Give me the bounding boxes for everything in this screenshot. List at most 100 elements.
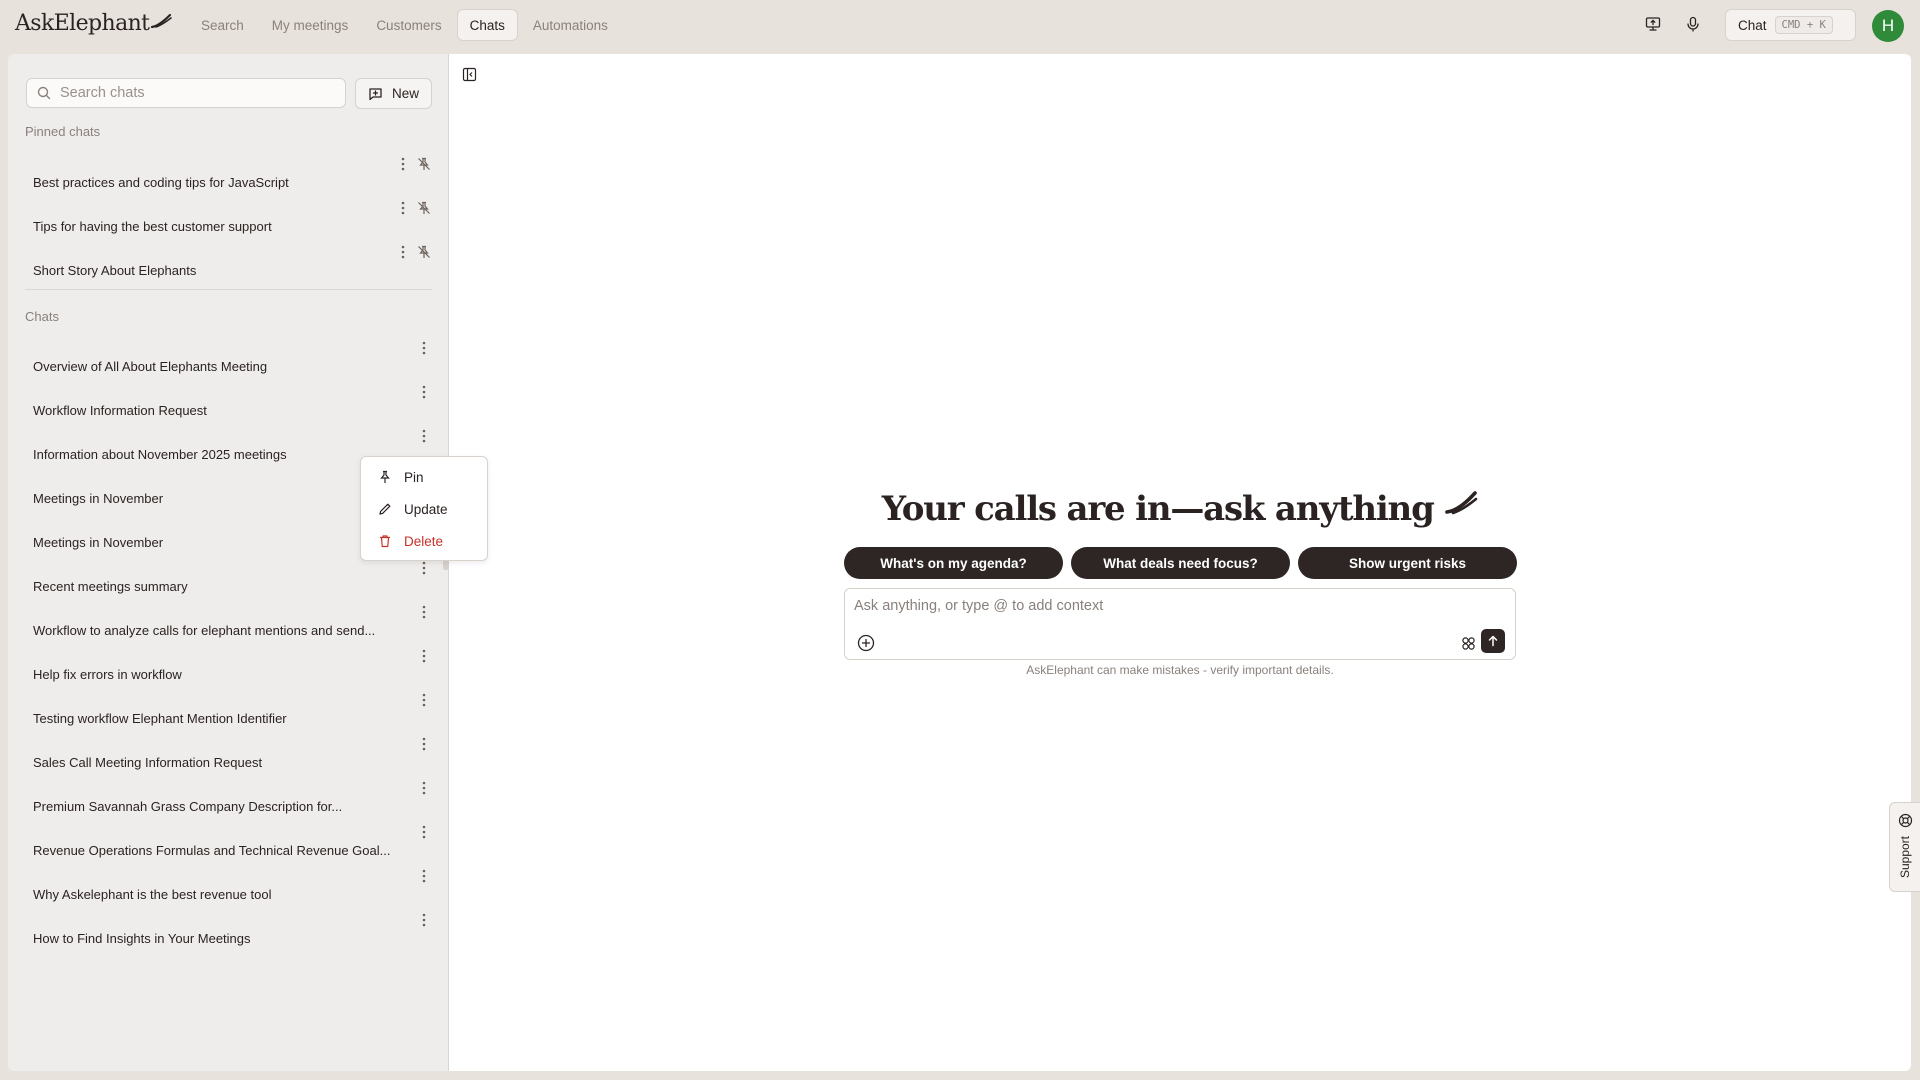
suggestion-agenda-button[interactable]: What's on my agenda? bbox=[844, 547, 1063, 579]
chat-list-item[interactable]: Recent meetings summary bbox=[33, 568, 438, 604]
brand-name: AskElephant bbox=[15, 11, 150, 36]
trash-icon bbox=[380, 535, 390, 548]
chat-title: How to Find Insights in Your Meetings bbox=[33, 930, 251, 946]
integrations-icon bbox=[1461, 636, 1475, 650]
more-options-button[interactable] bbox=[416, 558, 432, 578]
screen-share-button[interactable] bbox=[1641, 12, 1665, 36]
unpin-icon bbox=[418, 245, 430, 258]
chat-title: Short Story About Elephants bbox=[33, 262, 197, 278]
search-chats-input[interactable] bbox=[60, 85, 320, 101]
kebab-icon bbox=[422, 561, 426, 575]
section-divider bbox=[25, 289, 432, 290]
chat-list-item[interactable]: How to Find Insights in Your Meetings bbox=[33, 920, 438, 956]
unpin-button[interactable] bbox=[416, 242, 432, 262]
chat-input[interactable] bbox=[854, 598, 1494, 620]
chat-title: Workflow to analyze calls for elephant m… bbox=[33, 622, 376, 638]
chat-list-item[interactable]: Revenue Operations Formulas and Technica… bbox=[33, 832, 438, 868]
nav-customers[interactable]: Customers bbox=[363, 9, 454, 41]
menu-delete[interactable]: Delete bbox=[365, 525, 483, 557]
new-chat-icon bbox=[369, 87, 382, 100]
support-label: Support bbox=[1898, 836, 1912, 879]
chats-heading: Chats bbox=[25, 309, 59, 324]
nav-automations[interactable]: Automations bbox=[520, 9, 621, 41]
chat-list-item[interactable]: Premium Savannah Grass Company Descripti… bbox=[33, 788, 438, 824]
nav-search[interactable]: Search bbox=[188, 9, 257, 41]
kebab-icon bbox=[422, 605, 426, 619]
kebab-icon bbox=[422, 649, 426, 663]
chat-context-menu: Pin Update Delete bbox=[360, 456, 488, 561]
chat-list-item[interactable]: Why Askelephant is the best revenue tool bbox=[33, 876, 438, 912]
kebab-icon bbox=[422, 385, 426, 399]
chat-list-item[interactable]: Overview of All About Elephants Meeting bbox=[33, 348, 438, 384]
more-options-button[interactable] bbox=[416, 382, 432, 402]
more-options-button[interactable] bbox=[416, 910, 432, 930]
user-avatar[interactable]: H bbox=[1872, 10, 1904, 42]
nav-my-meetings[interactable]: My meetings bbox=[259, 9, 362, 41]
more-options-button[interactable] bbox=[416, 734, 432, 754]
chat-title: Overview of All About Elephants Meeting bbox=[33, 358, 268, 374]
pin-icon bbox=[380, 470, 390, 483]
chat-shortcut-hint: CMD + K bbox=[1774, 16, 1833, 34]
menu-pin-label: Pin bbox=[404, 469, 424, 485]
chat-title: Meetings in November bbox=[33, 534, 164, 550]
chat-title: Testing workflow Elephant Mention Identi… bbox=[33, 710, 287, 726]
more-options-button[interactable] bbox=[416, 822, 432, 842]
support-lifebuoy-icon bbox=[1898, 813, 1912, 828]
integrations-button[interactable] bbox=[1456, 631, 1480, 655]
kebab-icon bbox=[422, 429, 426, 443]
elephant-trunk-icon bbox=[1445, 491, 1478, 515]
menu-pin[interactable]: Pin bbox=[365, 461, 483, 493]
new-chat-button[interactable]: New bbox=[355, 78, 432, 109]
chat-title: Workflow Information Request bbox=[33, 402, 207, 418]
pinned-chat-item[interactable]: Short Story About Elephants bbox=[33, 252, 438, 288]
chat-list-item[interactable]: Sales Call Meeting Information Request bbox=[33, 744, 438, 780]
menu-update-label: Update bbox=[404, 501, 448, 517]
chat-list-item[interactable]: Workflow to analyze calls for elephant m… bbox=[33, 612, 438, 648]
more-options-button[interactable] bbox=[395, 242, 411, 262]
more-options-button[interactable] bbox=[416, 602, 432, 622]
chat-command-button[interactable]: Chat CMD + K bbox=[1725, 9, 1856, 41]
more-options-button[interactable] bbox=[416, 778, 432, 798]
more-options-button[interactable] bbox=[416, 338, 432, 358]
add-context-button[interactable] bbox=[854, 631, 878, 655]
chat-title: Sales Call Meeting Information Request bbox=[33, 754, 263, 770]
chat-title: Meetings in November bbox=[33, 490, 164, 506]
new-chat-label: New bbox=[391, 86, 419, 101]
kebab-icon bbox=[401, 201, 405, 215]
more-options-button[interactable] bbox=[416, 646, 432, 666]
disclaimer-text: AskElephant can make mistakes - verify i… bbox=[1026, 663, 1334, 677]
kebab-icon bbox=[401, 245, 405, 259]
more-options-button[interactable] bbox=[416, 426, 432, 446]
suggestion-deals-button[interactable]: What deals need focus? bbox=[1071, 547, 1290, 579]
chat-list-item[interactable]: Testing workflow Elephant Mention Identi… bbox=[33, 700, 438, 736]
main-nav: Search My meetings Customers Chats Autom… bbox=[188, 9, 621, 41]
menu-update[interactable]: Update bbox=[365, 493, 483, 525]
brand-logo[interactable]: AskElephant bbox=[15, 11, 173, 36]
kebab-icon bbox=[422, 737, 426, 751]
kebab-icon bbox=[401, 157, 405, 171]
chat-title: Why Askelephant is the best revenue tool bbox=[33, 886, 272, 902]
kebab-icon bbox=[422, 781, 426, 795]
unpin-icon bbox=[418, 201, 430, 214]
more-options-button[interactable] bbox=[395, 198, 411, 218]
suggestion-risks-button[interactable]: Show urgent risks bbox=[1298, 547, 1517, 579]
pinned-chat-item[interactable]: Best practices and coding tips for JavaS… bbox=[33, 164, 438, 200]
arrow-up-icon bbox=[1488, 635, 1498, 647]
chat-list-item[interactable]: Help fix errors in workflow bbox=[33, 656, 438, 692]
chat-list-item[interactable]: Workflow Information Request bbox=[33, 392, 438, 428]
search-icon bbox=[37, 86, 51, 100]
send-button[interactable] bbox=[1481, 629, 1505, 653]
support-tab[interactable]: Support bbox=[1889, 802, 1920, 892]
more-options-button[interactable] bbox=[416, 690, 432, 710]
more-options-button[interactable] bbox=[416, 866, 432, 886]
unpin-button[interactable] bbox=[416, 154, 432, 174]
collapse-sidebar-button[interactable] bbox=[457, 62, 481, 86]
nav-chats[interactable]: Chats bbox=[456, 9, 518, 41]
chat-title: Information about November 2025 meetings bbox=[33, 446, 287, 462]
kebab-icon bbox=[422, 693, 426, 707]
unpin-button[interactable] bbox=[416, 198, 432, 218]
pinned-chat-item[interactable]: Tips for having the best customer suppor… bbox=[33, 208, 438, 244]
chat-title: Tips for having the best customer suppor… bbox=[33, 218, 272, 234]
microphone-button[interactable] bbox=[1681, 12, 1705, 36]
more-options-button[interactable] bbox=[395, 154, 411, 174]
